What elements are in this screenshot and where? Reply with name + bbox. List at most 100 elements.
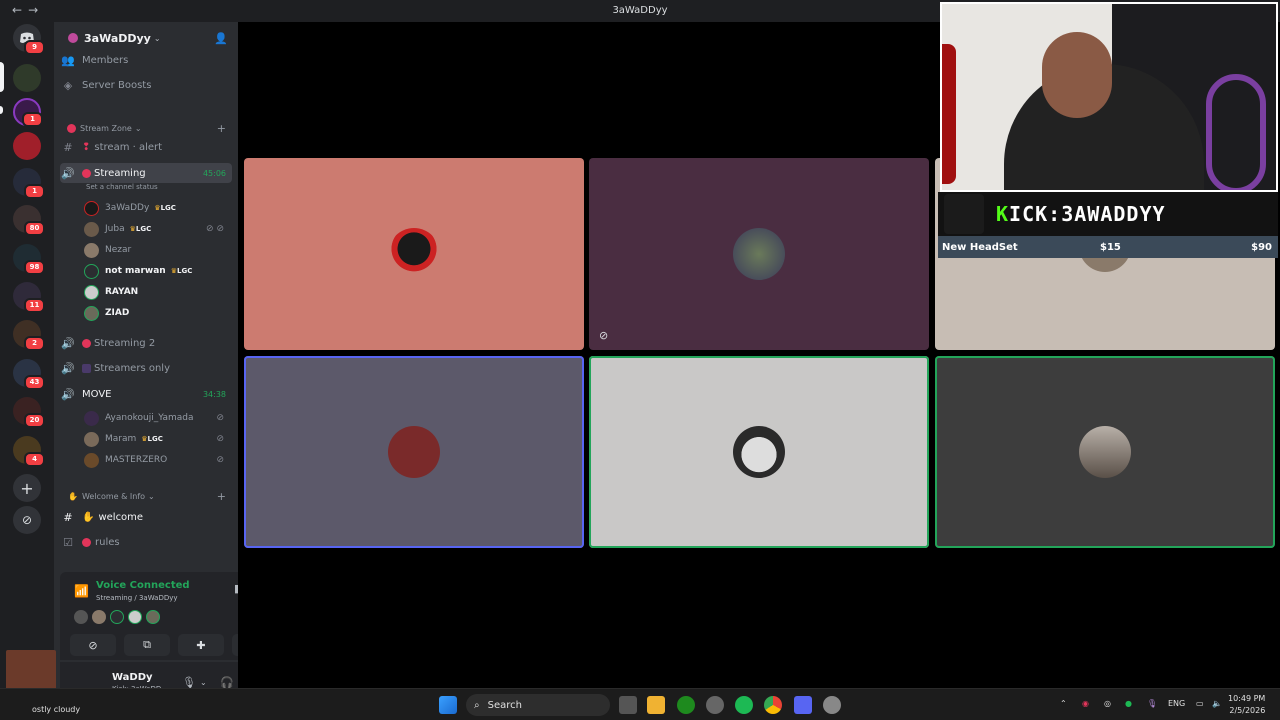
tray-app-icon[interactable]: ◎ <box>1104 699 1111 708</box>
taskbar-search[interactable]: ⌕ Search <box>466 694 610 716</box>
discord-icon[interactable] <box>794 696 812 714</box>
channel-timer: 45:06 <box>202 168 226 178</box>
server-folder-icon[interactable]: 80 <box>13 205 45 236</box>
participant-avatar <box>1079 426 1131 478</box>
tray-app-icon[interactable]: ◉ <box>1082 699 1089 708</box>
channel-timer: 34:38 <box>202 389 226 399</box>
signal-icon: 📶 <box>74 584 89 598</box>
discover-icon[interactable]: ⊘ <box>13 506 41 534</box>
voice-member[interactable]: MASTERZERO ⊘ <box>84 450 232 470</box>
server-boosts-link[interactable]: ◈ Server Boosts <box>60 75 232 95</box>
settings-icon[interactable] <box>823 696 841 714</box>
kick-avatar <box>944 194 984 234</box>
activities-button[interactable]: ✚ <box>178 634 224 656</box>
file-explorer-icon[interactable] <box>647 696 665 714</box>
speaker-icon: 🔊 <box>61 387 75 401</box>
voice-member[interactable]: Juba ♛LGC ⊘ ⊘ <box>84 219 232 239</box>
chevron-down-icon: ⌄ <box>134 123 142 133</box>
volume-icon[interactable]: 🔈 <box>1212 699 1222 708</box>
channel-rules[interactable]: ☑ rules <box>60 532 232 552</box>
avatar <box>146 610 160 624</box>
add-channel-icon[interactable]: + <box>217 490 226 503</box>
server-rail: 9 1 1 80 98 11 2 43 20 4 + ⊘ <box>0 22 54 688</box>
server-folder-icon[interactable]: 43 <box>13 359 45 390</box>
discord-home-icon[interactable]: 9 <box>13 24 45 55</box>
channel-welcome[interactable]: # ✋ welcome <box>60 507 232 527</box>
network-icon[interactable]: ▭ <box>1196 699 1204 708</box>
app-icon[interactable] <box>706 696 724 714</box>
screen-share-button[interactable]: ⧉ <box>124 634 170 656</box>
add-member-icon[interactable]: 👤 <box>214 32 228 45</box>
server-folder-icon[interactable]: 20 <box>13 397 45 428</box>
weather-text[interactable]: ostly cloudy <box>32 705 80 714</box>
tray-overflow-icon[interactable]: ⌃ <box>1060 699 1067 708</box>
category-welcome-info[interactable]: ✋ Welcome & Info ⌄ + <box>60 488 232 504</box>
avatar <box>92 610 106 624</box>
microphone-tray-icon[interactable]: 🎙 <box>1147 699 1157 708</box>
username[interactable]: WaDDy <box>112 672 153 683</box>
server-icon[interactable]: 1 <box>13 98 43 127</box>
voice-member[interactable]: not marwan ♛LGC <box>84 261 232 281</box>
voice-channel-streaming-2[interactable]: 🔊 Streaming 2 <box>60 333 232 353</box>
category-stream-zone[interactable]: Stream Zone ⌄ + <box>60 120 232 136</box>
server-folder-icon[interactable]: 98 <box>13 244 45 275</box>
spotify-tray-icon[interactable]: ● <box>1125 699 1132 708</box>
language-indicator[interactable]: ENG <box>1168 699 1185 708</box>
avatar <box>84 221 99 237</box>
voice-status[interactable]: Voice Connected <box>96 580 190 591</box>
voice-member[interactable]: Maram ♛LGC ⊘ <box>84 429 232 449</box>
avatar <box>84 200 99 216</box>
add-server-icon[interactable]: + <box>13 474 41 502</box>
chevron-down-icon[interactable]: ⌄ <box>200 678 207 687</box>
avatar <box>84 242 99 258</box>
speaker-icon: 🔊 <box>61 361 75 375</box>
members-link[interactable]: 👥 Members <box>60 50 232 70</box>
participant-tile[interactable] <box>244 158 584 350</box>
task-view-icon[interactable] <box>619 696 637 714</box>
chrome-icon[interactable] <box>764 696 782 714</box>
avatar <box>84 305 99 321</box>
goal-bar: New HeadSet $15 $90 <box>938 236 1278 258</box>
muted-icon: ⊘ <box>216 455 224 465</box>
voice-member[interactable]: Nezar <box>84 240 232 260</box>
active-server-indicator <box>0 62 4 92</box>
participant-avatar <box>388 228 440 280</box>
add-channel-icon[interactable]: + <box>217 122 226 135</box>
gaming-chair <box>1206 74 1266 190</box>
server-folder-icon[interactable]: 11 <box>13 282 45 313</box>
voice-channel-move[interactable]: 🔊 MOVE 34:38 <box>60 384 232 404</box>
muted-icon: ⊘ <box>216 413 224 423</box>
wave-icon: ✋ <box>68 491 78 501</box>
clock[interactable]: 10:49 PM 2/5/2026 <box>1228 693 1265 717</box>
spotify-icon[interactable] <box>735 696 753 714</box>
hashtag-icon: # <box>63 140 73 154</box>
participant-tile[interactable]: ⊘ <box>589 158 929 350</box>
participant-tile[interactable] <box>935 356 1275 548</box>
voice-channel-path[interactable]: Streaming / 3aWaDDyy <box>96 594 178 602</box>
server-folder-icon[interactable]: 4 <box>13 436 45 467</box>
voice-channel-streaming[interactable]: 🔊 Streaming 45:06 <box>60 163 232 183</box>
hashtag-icon: # <box>63 510 73 524</box>
server-icon[interactable] <box>13 64 41 92</box>
voice-member[interactable]: Ayanokouji_Yamada ⊘ <box>84 408 232 428</box>
avatar <box>84 263 99 279</box>
xbox-icon[interactable] <box>677 696 695 714</box>
channel-stream-alert[interactable]: # ❢ stream · alert <box>60 137 232 157</box>
channel-status-hint[interactable]: Set a channel status <box>86 183 158 191</box>
voice-member[interactable]: RAYAN <box>84 282 232 302</box>
server-folder-icon[interactable]: 1 <box>13 168 45 199</box>
participant-tile[interactable] <box>589 356 929 548</box>
taskbar: ostly cloudy ⌕ Search ⌃ ◉ ◎ ● 🎙 ENG ▭ 🔈 1… <box>0 688 1280 720</box>
avatar <box>84 284 99 300</box>
kick-banner: KICK:3AWADDYY <box>938 192 1278 236</box>
voice-channel-streamers-only[interactable]: 🔊 Streamers only <box>60 358 232 378</box>
speaker-icon: 🔊 <box>61 336 75 350</box>
participant-avatar <box>733 228 785 280</box>
server-icon[interactable] <box>13 132 41 160</box>
windows-start-icon[interactable] <box>439 696 457 714</box>
participant-tile[interactable] <box>244 356 584 548</box>
voice-member[interactable]: ZIAD <box>84 303 232 323</box>
camera-off-button[interactable]: ⊘ <box>70 634 116 656</box>
voice-member[interactable]: 3aWaDDy ♛LGC <box>84 198 232 218</box>
server-folder-icon[interactable]: 2 <box>13 320 45 351</box>
